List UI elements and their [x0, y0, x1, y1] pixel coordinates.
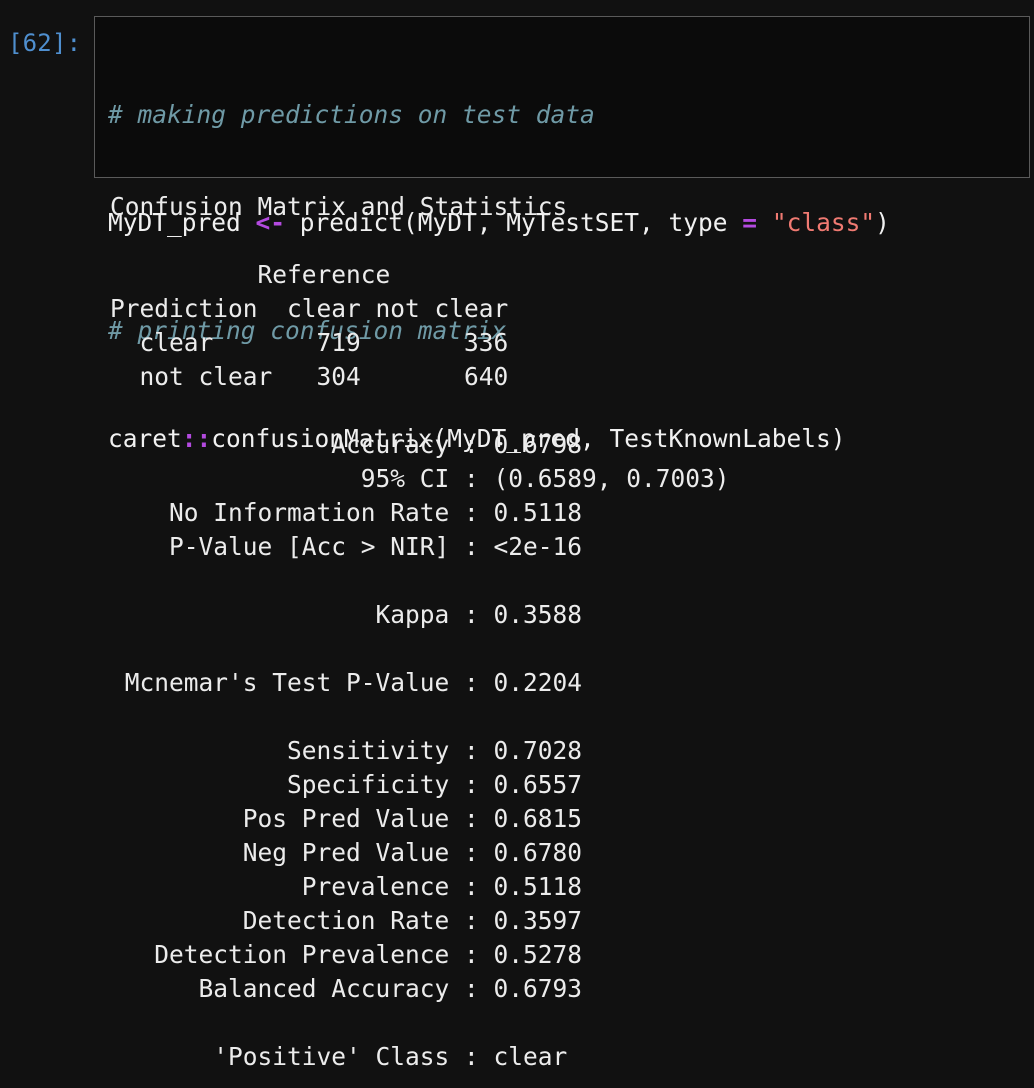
output-line: Prediction clear not clear — [110, 294, 509, 323]
code-comment-line: # making predictions on test data — [108, 100, 595, 129]
output-line: Kappa : 0.3588 — [110, 600, 583, 629]
output-line: Detection Prevalence : 0.5278 — [110, 940, 583, 969]
output-line: Pos Pred Value : 0.6815 — [110, 804, 583, 833]
code-token-string: "class" — [771, 208, 876, 237]
output-line: Specificity : 0.6557 — [110, 770, 583, 799]
output-line: 95% CI : (0.6589, 0.7003) — [110, 464, 730, 493]
output-line: clear 719 336 — [110, 328, 509, 357]
output-line: Balanced Accuracy : 0.6793 — [110, 974, 583, 1003]
output-line: Sensitivity : 0.7028 — [110, 736, 583, 765]
code-token-close-paren: ) — [875, 208, 890, 237]
output-line: Mcnemar's Test P-Value : 0.2204 — [110, 668, 583, 697]
output-line: Reference — [110, 260, 391, 289]
output-line: Confusion Matrix and Statistics — [110, 192, 568, 221]
output-line: not clear 304 640 — [110, 362, 509, 391]
output-line: No Information Rate : 0.5118 — [110, 498, 583, 527]
output-line: Accuracy : 0.6798 — [110, 430, 583, 459]
code-token-equals-operator: = — [742, 208, 758, 237]
output-line: Neg Pred Value : 0.6780 — [110, 838, 583, 867]
execution-count-prompt: [62]: — [8, 29, 82, 57]
cell-output: Confusion Matrix and Statistics Referenc… — [110, 190, 730, 1074]
output-line: Detection Rate : 0.3597 — [110, 906, 583, 935]
code-editor[interactable]: # making predictions on test data MyDT_p… — [94, 16, 1030, 453]
output-line: Prevalence : 0.5118 — [110, 872, 583, 901]
output-line: 'Positive' Class : clear — [110, 1042, 568, 1071]
output-line: P-Value [Acc > NIR] : <2e-16 — [110, 532, 583, 561]
